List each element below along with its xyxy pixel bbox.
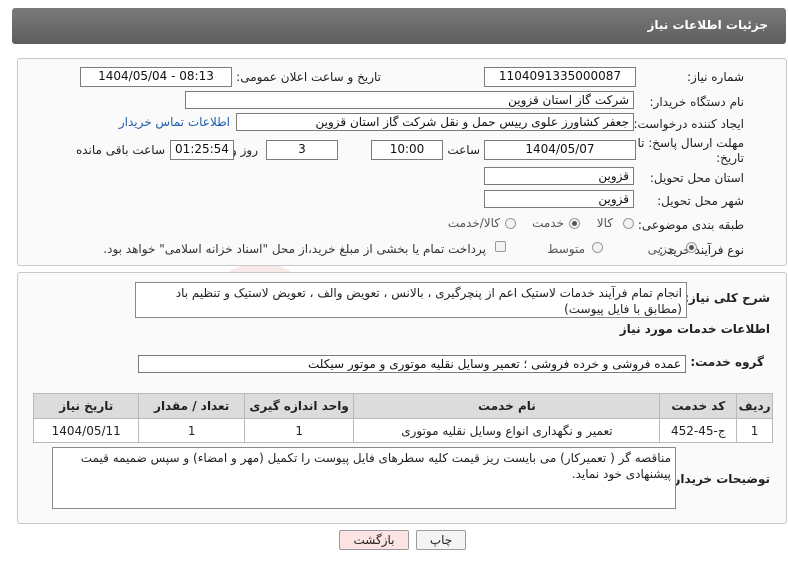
page-title: جزئیات اطلاعات نیاز bbox=[647, 18, 768, 32]
need-summary-text: انجام تمام فرآیند خدمات لاستیک اعم از پن… bbox=[135, 282, 687, 318]
buyer-contact-link[interactable]: اطلاعات تماس خریدار bbox=[119, 115, 230, 129]
need-summary-label: شرح کلی نیاز: bbox=[684, 291, 770, 305]
back-button[interactable]: بازگشت bbox=[339, 530, 409, 550]
province-field: قزوین bbox=[484, 167, 634, 185]
creator-field: جعفر کشاورز علوی رییس حمل و نقل شرکت گاز… bbox=[236, 113, 634, 131]
days-label: روز و bbox=[231, 143, 258, 157]
deadline-hour-label: ساعت bbox=[447, 143, 480, 157]
page-header: جزئیات اطلاعات نیاز bbox=[0, 0, 788, 44]
print-button[interactable]: چاپ bbox=[416, 530, 466, 550]
cell-need-date: 1404/05/11 bbox=[32, 418, 140, 443]
treasury-payment-checkbox[interactable] bbox=[495, 241, 506, 252]
deadline-label: مهلت ارسال پاسخ: تا تاریخ: bbox=[637, 136, 744, 165]
process-option-minor: جزیی bbox=[647, 242, 675, 256]
cell-row: 1 bbox=[736, 418, 773, 443]
col-quantity: تعداد / مقدار bbox=[138, 393, 245, 419]
services-table: ردیف کد خدمت نام خدمت واحد اندازه گیری ت… bbox=[32, 393, 773, 443]
col-service-code: کد خدمت bbox=[659, 393, 738, 419]
buyer-org-field: شرکت گاز استان قزوین bbox=[185, 91, 634, 109]
category-radio-goods-service[interactable] bbox=[505, 218, 516, 229]
col-unit: واحد اندازه گیری bbox=[243, 393, 355, 419]
province-label: استان محل تحویل: bbox=[649, 171, 744, 185]
city-field: قزوین bbox=[484, 190, 634, 208]
category-option-service: خدمت bbox=[532, 216, 564, 230]
time-remaining-field: 01:25:54 bbox=[170, 140, 234, 160]
time-remaining-label: ساعت باقی مانده bbox=[75, 143, 165, 157]
buyer-org-label: نام دستگاه خریدار: bbox=[649, 95, 745, 109]
cell-quantity: 1 bbox=[138, 418, 245, 443]
category-option-goods-service: کالا/خدمت bbox=[447, 216, 500, 230]
need-number-label: شماره نیاز: bbox=[687, 70, 744, 84]
announce-datetime-label: تاریخ و ساعت اعلان عمومی: bbox=[236, 70, 381, 84]
deadline-hour-field: 10:00 bbox=[371, 140, 443, 160]
need-number-field: 1104091335000087 bbox=[484, 67, 636, 87]
process-radio-minor[interactable] bbox=[686, 242, 697, 253]
city-label: شهر محل تحویل: bbox=[657, 194, 744, 208]
table-row: 1 ج-45-452 تعمیر و نگهداری انواع وسایل ن… bbox=[32, 418, 773, 443]
process-option-medium: متوسط bbox=[547, 242, 585, 256]
header-bar: جزئیات اطلاعات نیاز bbox=[12, 8, 786, 44]
service-group-field: عمده فروشی و خرده فروشی ؛ تعمیر وسایل نق… bbox=[138, 355, 686, 373]
col-service-name: نام خدمت bbox=[353, 393, 661, 419]
cell-unit: 1 bbox=[243, 418, 355, 443]
category-radio-goods[interactable] bbox=[623, 218, 634, 229]
category-label: طبقه بندی موضوعی: bbox=[637, 218, 744, 232]
creator-label: ایجاد کننده درخواست: bbox=[633, 117, 744, 131]
deadline-date-field: 1404/05/07 bbox=[484, 140, 636, 160]
buyer-notes-label: توضیحات خریدار: bbox=[668, 472, 770, 486]
category-option-goods: کالا bbox=[596, 216, 613, 230]
announce-datetime-field: 1404/05/04 - 08:13 bbox=[80, 67, 232, 87]
services-section-title: اطلاعات خدمات مورد نیاز bbox=[619, 322, 770, 336]
services-table-header: ردیف کد خدمت نام خدمت واحد اندازه گیری ت… bbox=[32, 393, 773, 419]
cell-service-code: ج-45-452 bbox=[659, 418, 738, 443]
days-remaining-field: 3 bbox=[266, 140, 338, 160]
cell-service-name: تعمیر و نگهداری انواع وسایل نقلیه موتوری bbox=[353, 418, 661, 443]
treasury-payment-note: پرداخت تمام یا بخشی از مبلغ خرید،از محل … bbox=[103, 242, 486, 256]
col-row: ردیف bbox=[736, 393, 773, 419]
service-group-label: گروه خدمت: bbox=[690, 355, 764, 369]
buyer-notes-text: مناقصه گر ( تعمیرکار) می بایست ریز قیمت … bbox=[52, 447, 676, 509]
col-need-date: تاریخ نیاز bbox=[32, 393, 140, 419]
category-radio-service[interactable] bbox=[569, 218, 580, 229]
process-radio-medium[interactable] bbox=[592, 242, 603, 253]
